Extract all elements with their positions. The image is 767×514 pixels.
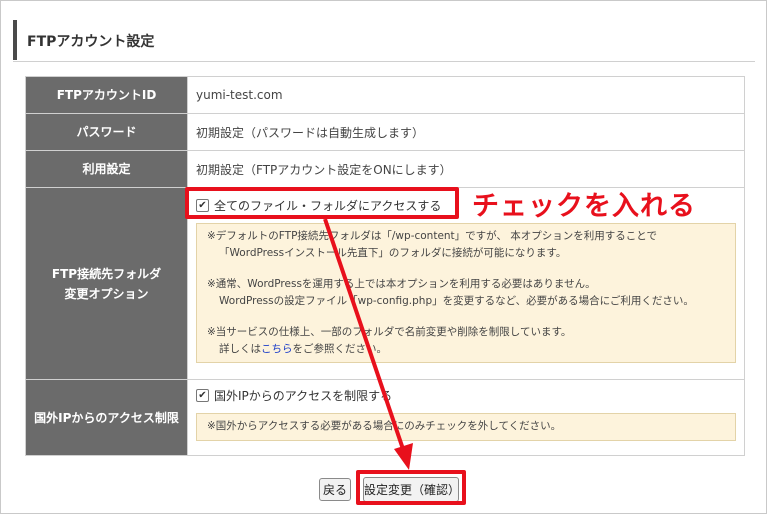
annotation-arrow bbox=[323, 218, 413, 470]
